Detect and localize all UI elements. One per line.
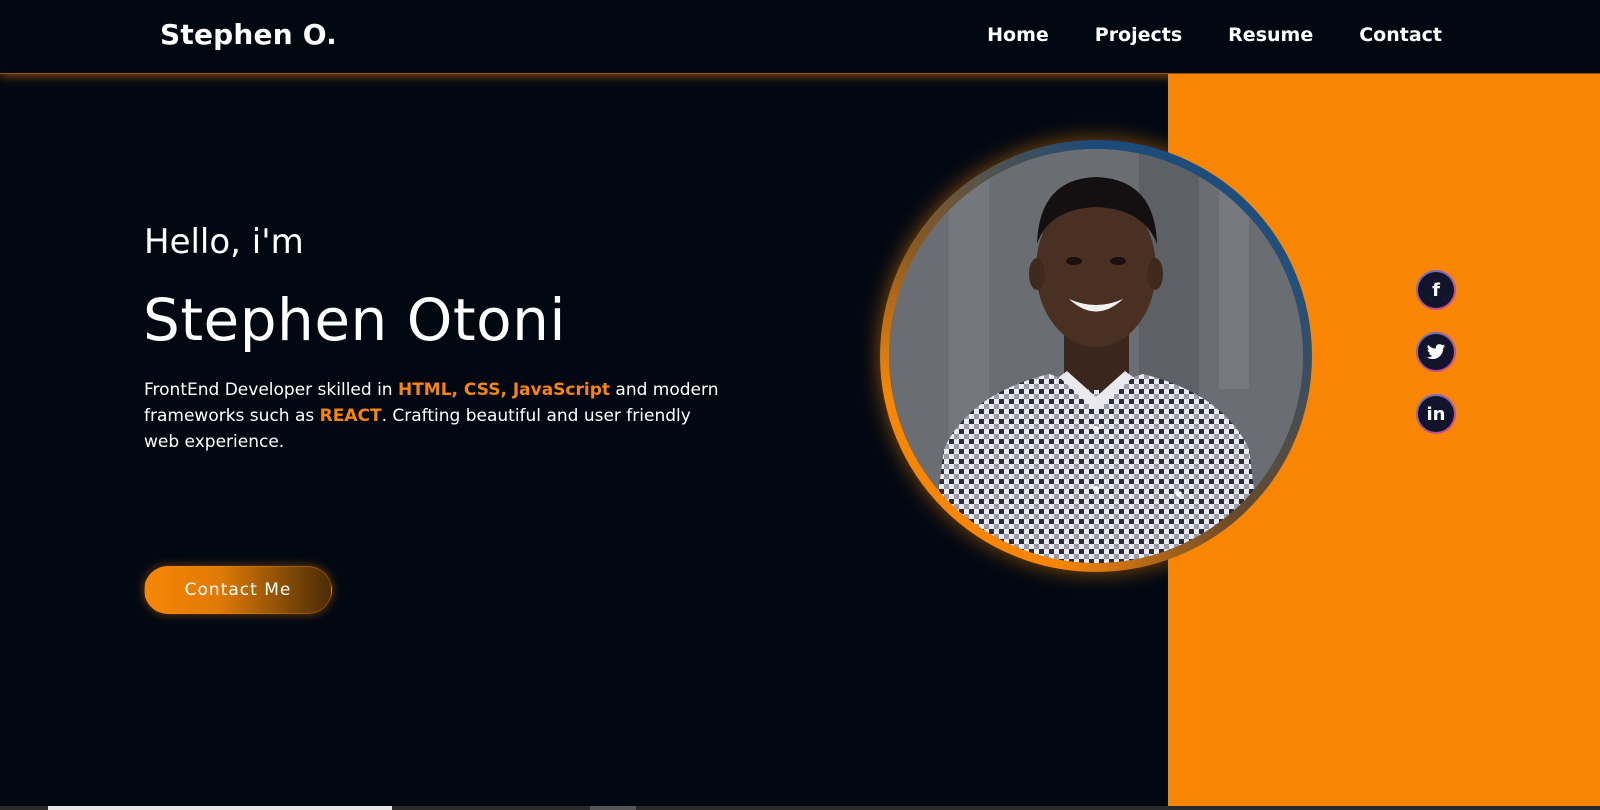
nav-contact-link[interactable]: Contact [1359,24,1442,46]
main-nav: Home Projects Resume Contact [987,24,1442,46]
profile-photo [889,149,1303,563]
twitter-button[interactable] [1416,332,1456,372]
facebook-icon: f [1432,279,1440,301]
profile-photo-illustration [889,149,1303,563]
desc-text-1: FrontEnd Developer skilled in [144,380,398,400]
social-links: f in [1416,270,1456,434]
desc-highlight-react: REACT [319,406,382,426]
nav-resume-link[interactable]: Resume [1228,24,1313,46]
nav-home-link[interactable]: Home [987,24,1049,46]
hero-description: FrontEnd Developer skilled in HTML, CSS,… [144,377,724,455]
twitter-icon [1426,344,1446,359]
linkedin-icon: in [1426,403,1446,425]
desc-highlight-skills: HTML, CSS, JavaScript [397,380,611,400]
linkedin-button[interactable]: in [1416,394,1456,434]
portrait-frame [880,140,1312,572]
nav-projects-link[interactable]: Projects [1095,24,1182,46]
site-header: Stephen O. Home Projects Resume Contact [0,0,1600,74]
facebook-button[interactable]: f [1416,270,1456,310]
scrollbar-marker [590,806,636,810]
contact-me-button[interactable]: Contact Me [144,566,332,614]
hero-name: Stephen Otoni [143,286,566,354]
hero-greeting: Hello, i'm [144,222,304,262]
horizontal-scrollbar-thumb[interactable] [48,806,392,810]
brand-logo-text[interactable]: Stephen O. [160,18,337,51]
